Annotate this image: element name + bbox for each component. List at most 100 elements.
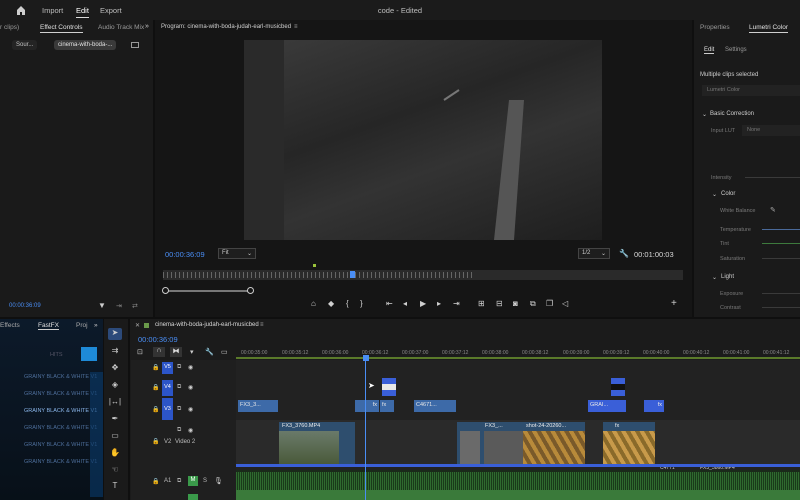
- preset-item[interactable]: GRAINY BLACK & WHITE V1: [24, 374, 97, 380]
- v5-sync-icon[interactable]: ⧉: [177, 364, 181, 371]
- razor-tool-icon[interactable]: ◈: [108, 380, 122, 392]
- panel-toggle-icon[interactable]: [131, 42, 139, 48]
- v2-lock-icon[interactable]: 🔒: [152, 438, 159, 445]
- clip-v3[interactable]: fx: [380, 400, 394, 412]
- contrast-slider[interactable]: [762, 307, 800, 308]
- tint-slider[interactable]: [762, 243, 800, 244]
- program-scrub-bar[interactable]: [163, 264, 683, 280]
- clip-v3[interactable]: C4671...: [414, 400, 456, 412]
- hits-thumbnail[interactable]: [81, 347, 97, 361]
- v2-eye-icon[interactable]: ◉: [188, 427, 193, 434]
- zoom-handle-right[interactable]: [247, 287, 254, 294]
- type-tool-icon[interactable]: T: [108, 481, 122, 493]
- go-to-out-icon[interactable]: ⇥: [453, 299, 460, 308]
- lumetri-effect-dropdown[interactable]: Lumetri Color: [702, 85, 800, 96]
- tab-effect-controls[interactable]: Effect Controls: [40, 24, 83, 33]
- basic-correction-chevron-icon[interactable]: ⌄: [702, 111, 707, 118]
- playhead-marker[interactable]: [350, 271, 355, 278]
- audio-clip-a2[interactable]: [236, 490, 800, 500]
- input-lut-dropdown[interactable]: None: [742, 125, 800, 136]
- v5-eye-icon[interactable]: ◉: [188, 364, 193, 371]
- light-section-header[interactable]: Light: [721, 274, 734, 280]
- v1-clip-strip[interactable]: [236, 464, 800, 467]
- work-area-bar[interactable]: [236, 357, 800, 359]
- preset-item[interactable]: GRAINY BLACK & WHITE V1: [24, 442, 97, 448]
- v4-lock-icon[interactable]: 🔒: [152, 384, 159, 391]
- step-back-icon[interactable]: ◂: [403, 299, 407, 308]
- v5-lock-icon[interactable]: 🔒: [152, 364, 159, 371]
- multi-icon[interactable]: ❐: [546, 299, 553, 308]
- v3-target[interactable]: V3: [162, 398, 173, 420]
- tab-effects[interactable]: Effects: [0, 322, 20, 329]
- v3-eye-icon[interactable]: ◉: [188, 406, 193, 413]
- v2-sync-icon[interactable]: ⧉: [177, 427, 181, 434]
- tab-project[interactable]: Proj: [76, 322, 88, 329]
- clip-v2[interactable]: fx: [603, 422, 655, 464]
- eyedropper-icon[interactable]: ✎: [770, 206, 776, 214]
- a1-lock-icon[interactable]: 🔒: [152, 478, 159, 485]
- clip-v2[interactable]: shot-24-20260...: [523, 422, 585, 464]
- rectangle-tool-icon[interactable]: ▭: [108, 431, 122, 443]
- audio-icon[interactable]: ◁: [562, 299, 568, 308]
- captions-icon[interactable]: ▭: [221, 348, 228, 356]
- basic-correction-header[interactable]: Basic Correction: [710, 111, 754, 117]
- tab-settings[interactable]: Settings: [725, 47, 747, 53]
- panel-overflow-icon[interactable]: »: [94, 322, 98, 329]
- tab-clips[interactable]: r clips): [0, 24, 19, 31]
- tab-fastfx[interactable]: FastFX: [38, 322, 59, 330]
- slip-tool-icon[interactable]: |↔|: [108, 397, 122, 409]
- add-button-icon[interactable]: +: [671, 298, 677, 309]
- timeline-close-icon[interactable]: ✕: [135, 322, 140, 329]
- exposure-slider[interactable]: [762, 293, 800, 294]
- lift-icon[interactable]: ⌂: [311, 299, 316, 308]
- light-chevron-icon[interactable]: ⌄: [712, 274, 717, 281]
- clip-v4[interactable]: [382, 378, 396, 396]
- a1-mute-button[interactable]: M: [188, 476, 198, 486]
- tab-audio-track-mixer[interactable]: Audio Track Mix: [98, 24, 144, 31]
- temperature-slider[interactable]: [762, 229, 800, 230]
- a2-mute-button[interactable]: [188, 494, 198, 500]
- v4-eye-icon[interactable]: ◉: [188, 384, 193, 391]
- fit-dropdown[interactable]: Fit ⌄: [218, 248, 256, 259]
- filter-icon[interactable]: ▼: [98, 301, 106, 310]
- export-frame-icon[interactable]: ⇥: [116, 302, 122, 310]
- timeline-playhead-handle[interactable]: [363, 355, 369, 361]
- zoom-handle-left[interactable]: [162, 287, 169, 294]
- v5-target[interactable]: V5: [162, 362, 173, 374]
- a1-mic-icon[interactable]: 🎙: [214, 477, 223, 485]
- v3-lock-icon[interactable]: 🔒: [152, 406, 159, 413]
- ripple-edit-tool-icon[interactable]: ✥: [108, 363, 122, 375]
- preset-item[interactable]: GRAINY BLACK & WHITE V1: [24, 459, 97, 465]
- camera-icon[interactable]: ◙: [513, 299, 518, 308]
- saturation-slider[interactable]: [762, 258, 800, 259]
- resolution-dropdown[interactable]: 1/2 ⌄: [578, 248, 610, 259]
- intensity-slider[interactable]: [745, 177, 800, 178]
- add-marker-timeline-icon[interactable]: ▾: [190, 348, 194, 356]
- tab-lumetri-color[interactable]: Lumetri Color: [749, 24, 789, 33]
- preset-item[interactable]: GRAINY BLACK & WHITE V1: [24, 425, 97, 431]
- clip-v2[interactable]: FX3_3760.MP4: [279, 422, 355, 464]
- pen-tool-icon[interactable]: ✒: [108, 414, 122, 426]
- track-select-tool-icon[interactable]: ⇉: [108, 346, 122, 358]
- selection-tool-icon[interactable]: ➤: [108, 328, 122, 340]
- extend-icon[interactable]: ⇄: [132, 302, 138, 310]
- clip-v3[interactable]: fx: [355, 400, 379, 412]
- a1-solo-button[interactable]: S: [203, 478, 207, 484]
- hand-tool-icon[interactable]: ✋: [108, 448, 122, 460]
- linked-selection-icon[interactable]: ⧓: [170, 347, 182, 357]
- mark-in-icon[interactable]: {: [346, 299, 349, 308]
- overwrite-icon[interactable]: ⊟: [496, 299, 503, 308]
- preset-scrollbar[interactable]: [90, 372, 103, 497]
- zoom-bar[interactable]: [165, 290, 250, 292]
- color-chevron-icon[interactable]: ⌄: [712, 191, 717, 198]
- clip-v3[interactable]: FX3_3...: [238, 400, 278, 412]
- go-to-in-icon[interactable]: ⇤: [386, 299, 393, 308]
- step-forward-icon[interactable]: ▸: [437, 299, 441, 308]
- v4-target[interactable]: V4: [162, 380, 173, 396]
- overflow-chevron-icon[interactable]: »: [145, 23, 149, 30]
- v4-sync-icon[interactable]: ⧉: [177, 384, 181, 391]
- color-section-header[interactable]: Color: [721, 191, 735, 197]
- clip-v4[interactable]: [611, 378, 625, 396]
- a1-sync-icon[interactable]: ⧉: [177, 478, 181, 485]
- source-pill[interactable]: Sour...: [12, 40, 38, 50]
